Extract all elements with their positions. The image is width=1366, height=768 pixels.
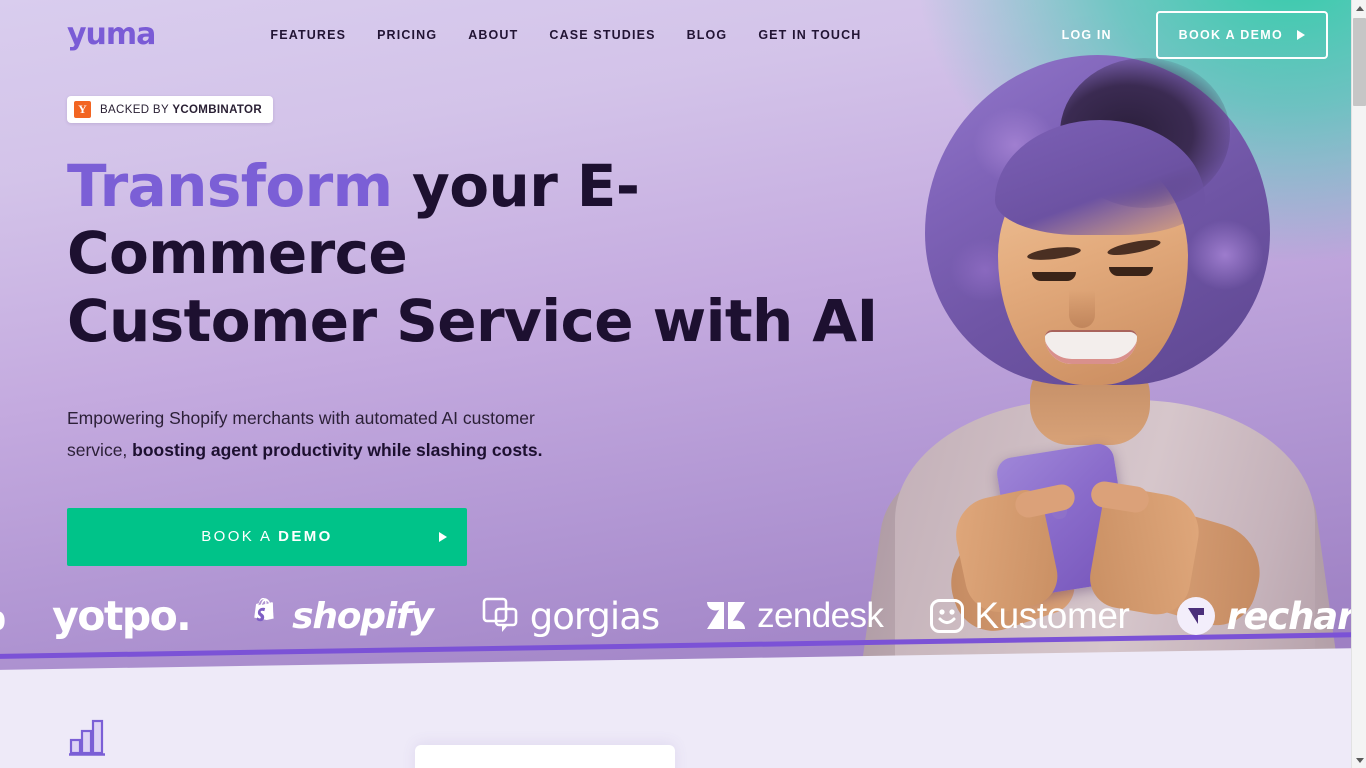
scrollbar-thumb[interactable] [1353, 18, 1366, 106]
nav-links: FEATURES PRICING ABOUT CASE STUDIES BLOG… [270, 28, 861, 42]
nav-link-blog[interactable]: BLOG [687, 28, 728, 42]
yuma-logo[interactable]: yuma [67, 20, 156, 50]
brand-klaviyo-label: io [0, 593, 6, 640]
hero-content: Y BACKED BY YCOMBINATOR Transform your E… [67, 96, 897, 566]
ycombinator-badge: Y BACKED BY YCOMBINATOR [67, 96, 274, 123]
headline-accent-word: Transform [67, 152, 393, 220]
ycombinator-badge-text: BACKED BY YCOMBINATOR [100, 104, 262, 116]
shopify-bag-icon [254, 598, 275, 622]
badge-strong: YCOMBINATOR [172, 103, 263, 116]
chevron-down-icon [1355, 757, 1364, 763]
stats-section [0, 700, 1351, 768]
partner-logo-strip: io yotpo. shopify gorgias [0, 583, 1351, 649]
brand-yotpo-label: yotpo. [52, 592, 192, 640]
cta-label-bold: DEMO [278, 528, 333, 546]
chevron-up-icon [1355, 5, 1364, 11]
arrow-right-icon [439, 531, 447, 542]
brand-zendesk-label: zendesk [757, 596, 884, 635]
login-link[interactable]: LOG IN [1062, 28, 1112, 42]
top-navigation-bar: yuma FEATURES PRICING ABOUT CASE STUDIES… [0, 0, 1351, 70]
page-viewport: yuma FEATURES PRICING ABOUT CASE STUDIES… [0, 0, 1351, 768]
photo-nose [1069, 290, 1095, 328]
headline-line2: Customer Service with AI [67, 286, 878, 355]
chevron-right-icon [1297, 30, 1305, 40]
badge-prefix: BACKED BY [100, 103, 173, 116]
nav-link-features[interactable]: FEATURES [270, 28, 346, 42]
brand-klaviyo[interactable]: io [0, 593, 6, 640]
brand-shopify-label: shopify [292, 595, 434, 637]
nav-link-get-in-touch[interactable]: GET IN TOUCH [758, 28, 861, 42]
page-title: Transform your E-Commerce Customer Servic… [67, 152, 897, 355]
brand-yotpo[interactable]: yotpo. [52, 592, 192, 640]
nav-book-demo-button[interactable]: BOOK A DEMO [1155, 11, 1328, 59]
photo-eye-right [1109, 267, 1153, 276]
cta-label: BOOK A DEMO [201, 528, 332, 545]
nav-link-pricing[interactable]: PRICING [377, 28, 437, 42]
photo-eye-left [1032, 272, 1076, 281]
brand-gorgias-label: gorgias [529, 594, 660, 638]
gorgias-chat-icon [482, 597, 518, 632]
bar-chart-icon [69, 719, 105, 756]
zendesk-logo-icon [707, 602, 746, 629]
brand-recharge-label: recharge [1226, 594, 1351, 638]
kustomer-smiley-icon [930, 599, 965, 633]
brand-zendesk[interactable]: zendesk [705, 595, 884, 637]
brand-gorgias[interactable]: gorgias [482, 594, 660, 638]
hero-section: yuma FEATURES PRICING ABOUT CASE STUDIES… [0, 0, 1351, 700]
nav-link-about[interactable]: ABOUT [468, 28, 518, 42]
cta-label-light: BOOK A [201, 528, 279, 546]
nav-book-demo-label: BOOK A DEMO [1178, 28, 1283, 42]
nav-link-case-studies[interactable]: CASE STUDIES [549, 28, 655, 42]
brand-kustomer[interactable]: Kustomer [930, 595, 1130, 637]
hero-subheadline: Empowering Shopify merchants with automa… [67, 402, 547, 466]
subhead-bold: boosting agent productivity while slashi… [132, 439, 543, 460]
brand-kustomer-label: Kustomer [974, 595, 1130, 636]
nav-actions: LOG IN BOOK A DEMO [1062, 11, 1328, 59]
page-scrollbar[interactable] [1351, 0, 1366, 768]
brand-recharge[interactable]: recharge [1176, 595, 1351, 638]
book-a-demo-cta-button[interactable]: BOOK A DEMO [67, 507, 467, 566]
photo-smile [1045, 330, 1137, 364]
scrollbar-down-button[interactable] [1352, 752, 1366, 768]
ycombinator-icon: Y [74, 101, 91, 118]
brand-shopify[interactable]: shopify [252, 595, 434, 637]
recharge-logo-icon [1177, 597, 1216, 635]
feature-card[interactable] [415, 745, 675, 768]
scrollbar-up-button[interactable] [1352, 0, 1366, 16]
